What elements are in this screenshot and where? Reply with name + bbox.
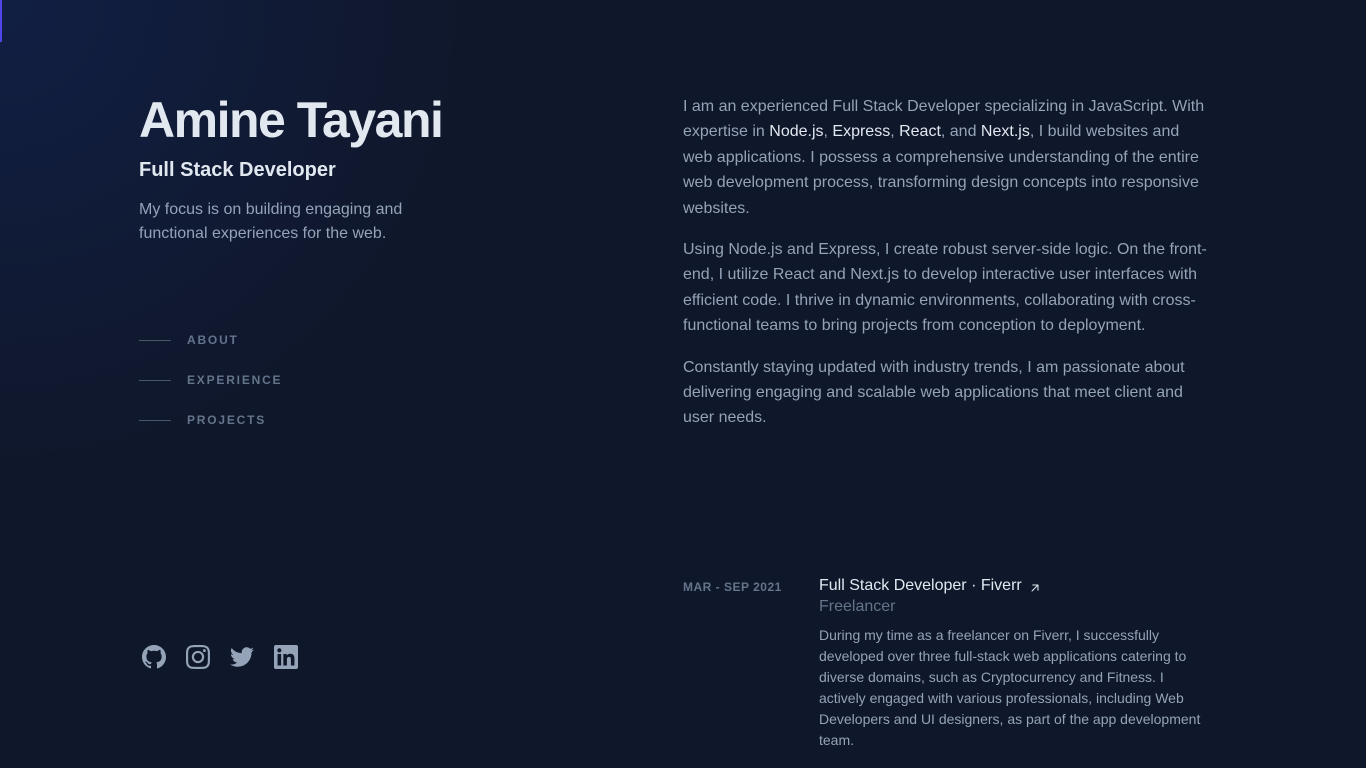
nav-label-projects: PROJECTS xyxy=(187,413,267,427)
github-icon xyxy=(142,644,166,674)
experience-body: Full Stack Developer · Fiverr Freelancer… xyxy=(819,574,1213,751)
twitter-icon xyxy=(230,645,254,674)
experience-title: Full Stack Developer · Fiverr xyxy=(819,577,1022,594)
experience-description: During my time as a freelancer on Fiverr… xyxy=(819,627,1201,748)
nav-indicator-line xyxy=(139,379,171,381)
tagline: My focus is on building engaging and fun… xyxy=(139,201,403,242)
linkedin-icon xyxy=(274,644,298,674)
instagram-link[interactable] xyxy=(186,644,210,674)
tech-highlight-nodejs: Node.js xyxy=(769,123,824,141)
about-text: , xyxy=(890,123,900,141)
job-title: Full Stack Developer xyxy=(139,159,336,181)
nav-item-projects[interactable]: PROJECTS xyxy=(139,410,282,430)
about-paragraph-3: Constantly staying updated with industry… xyxy=(683,358,1185,427)
twitter-link[interactable] xyxy=(230,645,254,674)
nav-item-about[interactable]: ABOUT xyxy=(139,330,282,350)
github-link[interactable] xyxy=(142,644,166,674)
tech-highlight-express: Express xyxy=(832,123,891,141)
experience-date: MAR - SEP 2021 xyxy=(683,580,782,594)
arrow-up-right-icon xyxy=(1028,579,1042,593)
about-paragraph-1: I am an experienced Full Stack Developer… xyxy=(683,94,1213,221)
profile-header: Amine Tayani Full Stack Developer My foc… xyxy=(139,92,559,246)
linkedin-link[interactable] xyxy=(274,644,298,674)
cursor-glow-indicator xyxy=(0,0,2,42)
nav-indicator-line xyxy=(139,339,171,341)
experience-item: MAR - SEP 2021 Full Stack Developer · Fi… xyxy=(683,574,1213,751)
section-nav: ABOUT EXPERIENCE PROJECTS xyxy=(139,330,282,450)
nav-label-about: ABOUT xyxy=(187,333,239,347)
experience-subtitle: Freelancer xyxy=(819,598,896,615)
nav-indicator-line xyxy=(139,419,171,421)
nav-item-experience[interactable]: EXPERIENCE xyxy=(139,370,282,390)
tech-highlight-nextjs: Next.js xyxy=(980,123,1030,141)
about-paragraph-2: Using Node.js and Express, I create robu… xyxy=(683,241,1207,335)
tech-highlight-react: React xyxy=(899,123,941,141)
nav-label-experience: EXPERIENCE xyxy=(187,373,283,387)
about-section: I am an experienced Full Stack Developer… xyxy=(683,94,1213,447)
social-links xyxy=(142,644,298,674)
page-title: Amine Tayani xyxy=(139,92,444,148)
experience-title-link[interactable]: Full Stack Developer · Fiverr xyxy=(819,574,1042,598)
about-text: , and xyxy=(940,123,981,141)
instagram-icon xyxy=(186,644,210,674)
